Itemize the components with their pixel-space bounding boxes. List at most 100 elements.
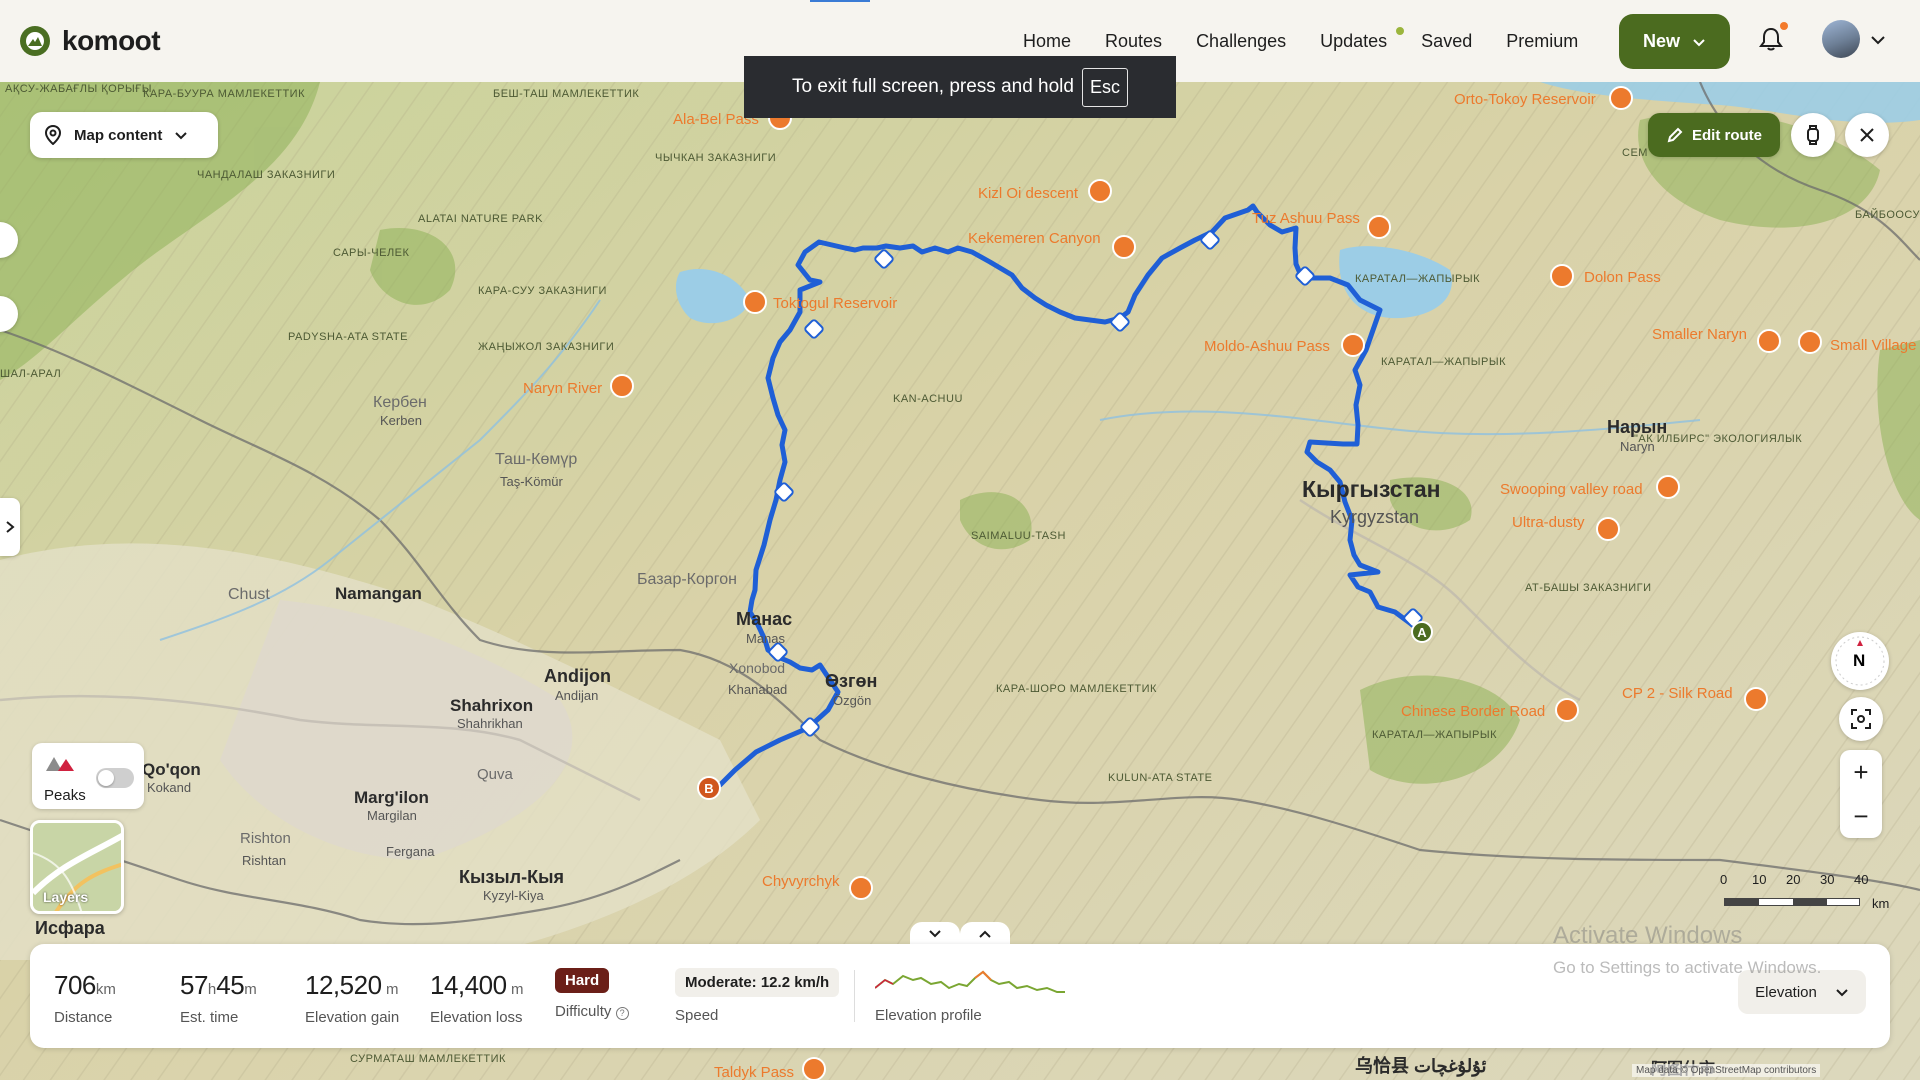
expand-up-button[interactable] — [960, 922, 1010, 946]
svg-text:КАРА-СУУ ЗАКАЗНИГИ: КАРА-СУУ ЗАКАЗНИГИ — [478, 285, 607, 297]
nav-home[interactable]: Home — [1006, 31, 1088, 52]
account-chevron-down-icon[interactable] — [1870, 32, 1886, 48]
svg-text:KULUN-ATA STATE: KULUN-ATA STATE — [1108, 772, 1212, 784]
peaks-label: Peaks — [44, 787, 86, 804]
nav-updates-label: Updates — [1320, 30, 1388, 51]
svg-text:ШАЛ-АРАЛ: ШАЛ-АРАЛ — [0, 368, 61, 380]
nav-saved[interactable]: Saved — [1404, 31, 1489, 52]
loss-value: 14,400 — [430, 970, 507, 1000]
svg-text:A: A — [1417, 625, 1427, 640]
svg-text:Kizl Oi descent: Kizl Oi descent — [978, 185, 1079, 202]
time-hours: 57 — [180, 970, 208, 1000]
expand-sidebar-button[interactable] — [0, 498, 20, 556]
layers-button[interactable]: Layers — [30, 820, 124, 914]
bell-icon — [1759, 27, 1783, 51]
svg-text:СУРМАТАШ МАМЛЕКЕТТИК: СУРМАТАШ МАМЛЕКЕТТИК — [350, 1053, 506, 1065]
collapse-down-button[interactable] — [910, 922, 960, 946]
nav-challenges[interactable]: Challenges — [1179, 31, 1303, 52]
svg-text:Базар-Коргон: Базар-Коргон — [637, 571, 737, 588]
stat-elevation-profile[interactable]: Elevation profile — [874, 966, 1065, 1024]
svg-text:Orto-Tokoy Reservoir: Orto-Tokoy Reservoir — [1454, 91, 1596, 108]
svg-text:Исфара: Исфара — [35, 918, 106, 938]
app-root: A B АҚСУ-ЖАБАҒЛЫ ҚОРЫҒЫ КАРА-БУУРА МАМЛЕ… — [0, 0, 1920, 1080]
svg-text:Taş-Kömür: Taş-Kömür — [500, 474, 564, 489]
distance-value: 706 — [54, 970, 96, 1000]
svg-text:ЧЫЧКАН ЗАКАЗНИГИ: ЧЫЧКАН ЗАКАЗНИГИ — [655, 152, 776, 164]
svg-text:Өзгөн: Өзгөн — [825, 671, 877, 691]
zoom-in-button[interactable]: + — [1840, 750, 1882, 794]
zoom-out-button[interactable]: − — [1840, 794, 1882, 838]
svg-text:Margilan: Margilan — [367, 808, 417, 823]
svg-text:Ultra-dusty: Ultra-dusty — [1512, 514, 1585, 531]
recenter-button[interactable] — [1839, 697, 1883, 741]
avatar[interactable] — [1822, 20, 1860, 58]
map-attribution[interactable]: Map data © OpenStreetMap contributors — [1632, 1064, 1821, 1077]
svg-text:Chust: Chust — [228, 586, 270, 603]
windows-watermark-title: Activate Windows — [1553, 922, 1743, 949]
svg-text:Smaller Naryn: Smaller Naryn — [1652, 326, 1747, 343]
svg-text:Swooping valley road: Swooping valley road — [1500, 481, 1643, 498]
notifications-button[interactable] — [1758, 22, 1788, 56]
stat-time: 57h45m Est. time — [180, 970, 257, 1026]
map-content-label: Map content — [74, 126, 163, 144]
nav-routes[interactable]: Routes — [1088, 31, 1179, 52]
map-content-dropdown[interactable]: Map content — [30, 112, 218, 158]
info-icon[interactable]: ? — [615, 1007, 629, 1020]
svg-text:Quva: Quva — [477, 766, 514, 783]
gain-unit: m — [385, 981, 399, 998]
svg-text:Khanabad: Khanabad — [728, 682, 787, 697]
speed-label: Speed — [675, 1007, 719, 1024]
svg-text:Small Village: Small Village — [1830, 337, 1916, 354]
gain-label: Elevation gain — [305, 1009, 400, 1026]
svg-text:Kekemeren Canyon: Kekemeren Canyon — [968, 230, 1101, 247]
svg-text:АҚСУ-ЖАБАҒЛЫ ҚОРЫҒЫ: АҚСУ-ЖАБАҒЛЫ ҚОРЫҒЫ — [5, 83, 152, 95]
speed-badge[interactable]: Moderate: 12.2 km/h — [675, 968, 840, 997]
scale-unit: km — [1872, 896, 1890, 911]
scale-bar: 0 10 20 30 40 km — [1720, 872, 1900, 912]
windows-watermark-subtitle: Go to Settings to activate Windows. — [1553, 958, 1822, 977]
svg-text:SAIMALUU-TASH: SAIMALUU-TASH — [971, 530, 1066, 542]
svg-text:Кызыл-Кыя: Кызыл-Кыя — [459, 867, 564, 887]
peaks-toggle-panel[interactable]: Peaks — [32, 743, 144, 809]
komoot-logo-icon — [20, 26, 50, 56]
stat-elevation-loss: 14,400 m Elevation loss — [430, 970, 523, 1026]
svg-text:KAN-ACHUU: KAN-ACHUU — [893, 393, 963, 405]
svg-text:Shahrixon: Shahrixon — [450, 696, 533, 715]
brand-name: komoot — [62, 25, 161, 56]
time-minutes: 45 — [216, 970, 245, 1000]
chevron-down-icon — [1836, 989, 1848, 997]
svg-text:B: B — [704, 781, 713, 796]
nav-updates[interactable]: Updates — [1303, 26, 1405, 52]
compass-button[interactable]: N — [1831, 632, 1889, 690]
svg-text:Andijon: Andijon — [544, 666, 611, 686]
close-map-button[interactable] — [1845, 113, 1889, 157]
nav-premium[interactable]: Premium — [1489, 31, 1595, 52]
svg-text:ЧАНДАЛАШ ЗАКАЗНИГИ: ЧАНДАЛАШ ЗАКАЗНИГИ — [197, 169, 335, 181]
peaks-toggle-switch[interactable] — [96, 768, 134, 788]
route-end-marker[interactable]: B — [697, 776, 721, 800]
scale-tick: 20 — [1786, 872, 1801, 887]
peaks-icon — [46, 757, 74, 771]
svg-text:Taldyk Pass: Taldyk Pass — [714, 1064, 794, 1080]
svg-text:Toktogul Reservoir: Toktogul Reservoir — [773, 295, 897, 312]
zoom-controls: + − — [1840, 750, 1882, 838]
svg-text:Dolon Pass: Dolon Pass — [1584, 269, 1661, 286]
route-start-marker[interactable]: A — [1411, 621, 1433, 643]
offline-download-button[interactable] — [1791, 113, 1835, 157]
komoot-logo[interactable]: komoot — [20, 25, 161, 57]
chevron-up-icon — [979, 930, 991, 938]
svg-text:КАРАТАЛ—ЖАПЫРЫК: КАРАТАЛ—ЖАПЫРЫК — [1355, 273, 1480, 285]
edit-route-button[interactable]: Edit route — [1648, 113, 1780, 157]
panel-collapse-tabs — [910, 922, 1010, 946]
svg-text:СЕМ: СЕМ — [1622, 147, 1648, 159]
svg-text:КАРАТАЛ—ЖАПЫРЫК: КАРАТАЛ—ЖАПЫРЫК — [1381, 356, 1506, 368]
new-button[interactable]: New — [1619, 14, 1730, 69]
svg-text:АТ-БАШЫ ЗАКАЗНИГИ: АТ-БАШЫ ЗАКАЗНИГИ — [1525, 582, 1652, 594]
stat-difficulty: Hard Difficulty ? — [555, 968, 629, 1020]
new-button-label: New — [1642, 31, 1680, 51]
stat-speed[interactable]: Moderate: 12.2 km/h Speed — [675, 968, 840, 1024]
gain-value: 12,520 — [305, 970, 382, 1000]
svg-text:Chinese Border Road: Chinese Border Road — [1401, 703, 1545, 720]
svg-text:Manas: Manas — [746, 631, 786, 646]
scale-tick: 30 — [1820, 872, 1835, 887]
